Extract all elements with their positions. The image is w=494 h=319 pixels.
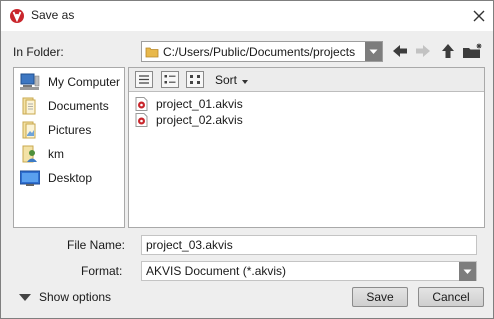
forward-arrow-icon[interactable]: [414, 43, 432, 59]
folder-dropdown-arrow[interactable]: [365, 42, 382, 61]
folder-icon: [145, 47, 159, 58]
folder-path-combobox[interactable]: C:/Users/Public/Documents/projects: [141, 41, 383, 62]
file-name: project_02.akvis: [156, 113, 243, 127]
desktop-icon: [20, 170, 40, 186]
sort-button[interactable]: Sort: [215, 73, 249, 87]
close-icon[interactable]: [471, 8, 487, 24]
triangle-down-icon: [19, 294, 31, 301]
places-sidebar: My Computer Documents Pictures km Deskto…: [13, 67, 125, 228]
place-label: My Computer: [48, 75, 121, 89]
file-name-input[interactable]: [141, 235, 477, 255]
save-as-dialog: Save as In Folder: C:/Users/Public/Docum…: [0, 0, 494, 319]
format-label: Format:: [81, 264, 123, 278]
place-pictures[interactable]: Pictures: [14, 119, 124, 141]
format-select[interactable]: AKVIS Document (*.akvis): [141, 261, 477, 281]
chevron-down-icon: [463, 269, 472, 274]
show-options-label: Show options: [39, 290, 112, 304]
place-label: Pictures: [48, 123, 92, 137]
format-value: AKVIS Document (*.akvis): [146, 264, 287, 278]
chevron-down-icon: [369, 49, 378, 54]
documents-icon: [22, 97, 36, 115]
place-label: km: [48, 147, 64, 161]
computer-icon: [20, 73, 40, 90]
file-name-label: File Name:: [67, 238, 126, 252]
pictures-icon: [22, 121, 36, 139]
user-folder-icon: [22, 145, 37, 163]
new-folder-icon[interactable]: [462, 43, 484, 59]
title-bar: Save as: [1, 1, 493, 31]
file-list-pane: Sort project_01.akvis project_02.akvis: [128, 67, 485, 228]
akvis-file-icon: [135, 97, 148, 111]
sort-label: Sort: [215, 73, 238, 87]
akvis-file-icon: [135, 113, 148, 127]
list-view-icon[interactable]: [135, 71, 153, 88]
back-arrow-icon[interactable]: [391, 43, 409, 59]
file-view-toolbar: Sort: [129, 68, 484, 92]
cancel-button[interactable]: Cancel: [418, 287, 484, 307]
dialog-title: Save as: [31, 8, 75, 22]
save-button[interactable]: Save: [352, 287, 408, 307]
icon-view-icon[interactable]: [186, 71, 204, 88]
place-my-computer[interactable]: My Computer: [14, 71, 124, 93]
file-item-project-02[interactable]: project_02.akvis: [135, 112, 275, 128]
folder-path-text: C:/Users/Public/Documents/projects: [163, 45, 356, 59]
file-item-project-01[interactable]: project_01.akvis: [135, 96, 275, 112]
place-label: Documents: [48, 99, 109, 113]
up-folder-icon[interactable]: [439, 43, 457, 59]
place-documents[interactable]: Documents: [14, 95, 124, 117]
format-dropdown-arrow[interactable]: [459, 262, 476, 281]
chevron-down-icon: [242, 80, 249, 84]
file-name: project_01.akvis: [156, 97, 243, 111]
in-folder-label: In Folder:: [13, 45, 64, 59]
place-label: Desktop: [48, 171, 93, 185]
akvis-logo-icon: [10, 9, 24, 23]
place-desktop[interactable]: Desktop: [14, 167, 124, 189]
detail-view-icon[interactable]: [161, 71, 179, 88]
place-km[interactable]: km: [14, 143, 124, 165]
